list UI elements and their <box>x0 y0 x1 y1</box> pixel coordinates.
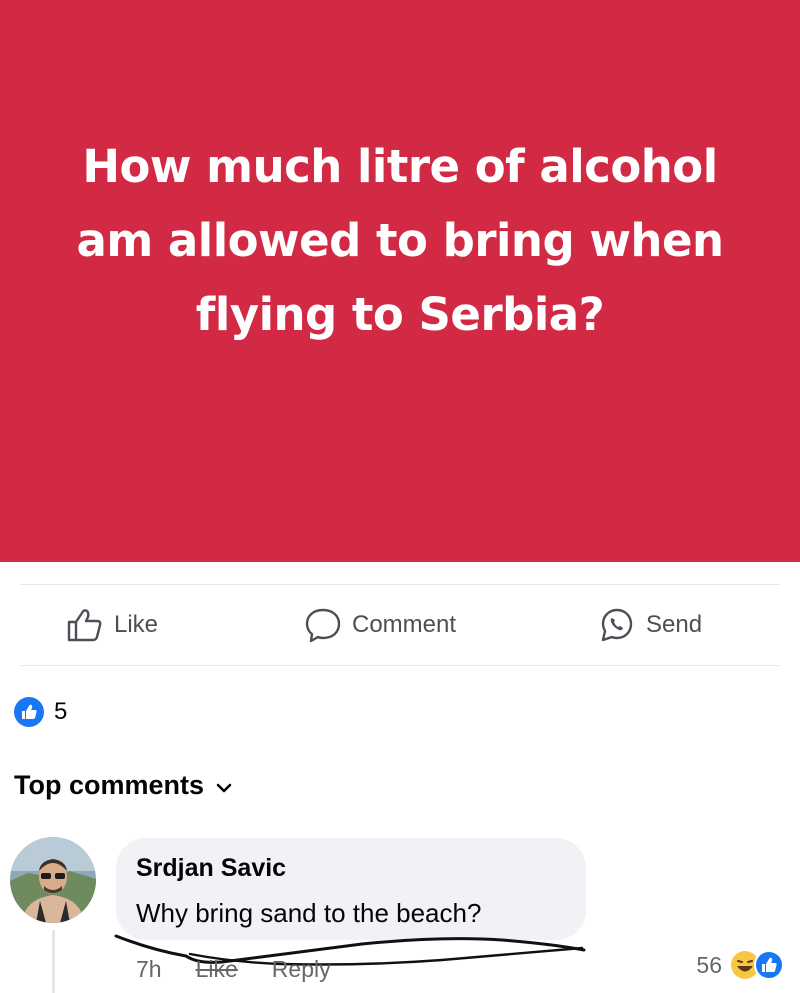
post-text: How much litre of alcohol am allowed to … <box>76 140 724 341</box>
post-image[interactable]: How much litre of alcohol am allowed to … <box>0 0 800 562</box>
avatar[interactable] <box>10 837 96 923</box>
comment-meta: 7h Like Reply <box>136 956 365 983</box>
comment-sort-dropdown[interactable]: Top comments <box>14 770 232 801</box>
comment-sort-label: Top comments <box>14 770 205 800</box>
comment-label: Comment <box>352 611 457 638</box>
send-label: Send <box>646 611 703 638</box>
thread-line <box>52 930 55 993</box>
comment-reactions[interactable]: 56 <box>696 950 784 980</box>
comment-reply-link[interactable]: Reply <box>272 956 331 983</box>
reaction-summary[interactable]: 5 <box>14 697 67 727</box>
whatsapp-icon <box>601 608 633 642</box>
comment-like-link[interactable]: Like <box>196 956 238 983</box>
thumbs-up-icon <box>14 697 44 727</box>
comment-button[interactable]: Comment <box>304 607 456 643</box>
divider <box>20 665 780 666</box>
comment-time: 7h <box>136 956 162 982</box>
like-label: Like <box>114 611 159 638</box>
like-button[interactable]: Like <box>66 607 158 643</box>
send-button[interactable]: Send <box>598 607 702 643</box>
comment-icon <box>305 608 341 643</box>
comment-author[interactable]: Srdjan Savic <box>136 854 286 883</box>
post-action-bar: Like Comment Send <box>0 585 800 665</box>
thumbs-up-icon <box>67 609 102 642</box>
reaction-count: 5 <box>54 698 68 725</box>
chevron-down-icon <box>216 783 232 792</box>
comment-reaction-count: 56 <box>696 951 722 978</box>
thumbs-up-icon <box>754 950 784 980</box>
